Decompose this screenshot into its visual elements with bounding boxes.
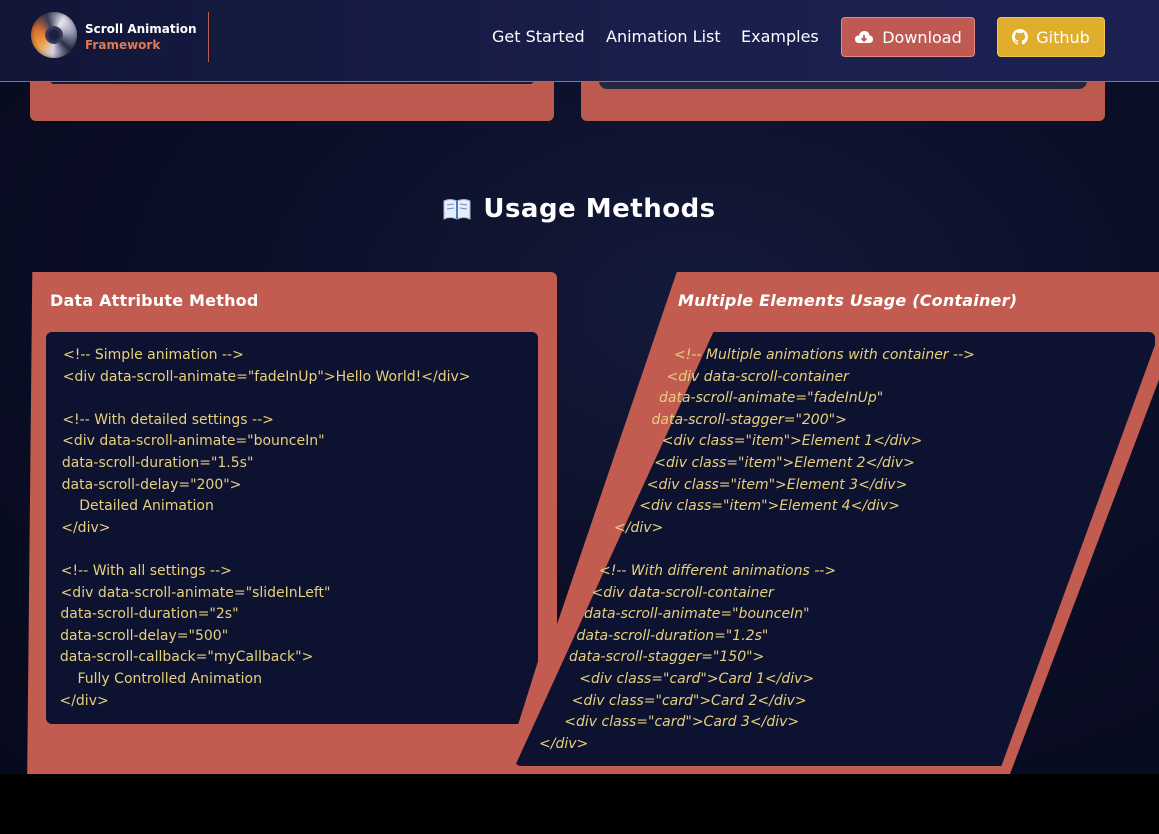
- section-title: Usage Methods: [483, 194, 716, 224]
- code-line: <div class="item">Element 3</div>: [629, 476, 908, 493]
- code-line: <div data-scroll-container: [591, 584, 774, 601]
- code-line: <div class="item">Element 2</div>: [636, 455, 915, 471]
- download-button[interactable]: Download: [841, 17, 975, 57]
- nav-animation-list[interactable]: Animation List: [606, 27, 721, 46]
- download-label: Download: [882, 27, 962, 47]
- code-line: data-scroll-duration="2s": [60, 606, 239, 623]
- code-line: <div class="card">Card 1</div>: [561, 671, 815, 687]
- code-line: data-scroll-delay="500": [60, 627, 229, 644]
- code-line: <div data-scroll-animate="bounceIn": [62, 433, 325, 450]
- github-button[interactable]: Github: [997, 17, 1105, 57]
- code-line: <!-- With different animations -->: [599, 563, 837, 579]
- code-line: <!-- With detailed settings -->: [62, 411, 274, 428]
- top-navbar: Scroll Animation Framework Get Started A…: [0, 0, 1159, 82]
- code-line: <div data-scroll-container: [666, 368, 849, 385]
- code-line: </div>: [614, 519, 664, 536]
- code-line: <div class="card">Card 2</div>: [554, 692, 807, 709]
- brand[interactable]: Scroll Animation Framework: [85, 21, 197, 53]
- brand-title: Scroll Animation: [85, 22, 197, 36]
- github-label: Github: [1036, 27, 1090, 47]
- cloud-download-icon: [854, 29, 874, 45]
- code-line: data-scroll-stagger="200">: [651, 411, 847, 428]
- code-line: data-scroll-callback="myCallback">: [59, 649, 314, 666]
- brand-subtitle: Framework: [85, 38, 161, 52]
- card-title-data-attribute: Data Attribute Method: [50, 291, 259, 310]
- bottom-black-band: [0, 774, 1159, 834]
- code-line: data-scroll-duration="1.2s": [576, 627, 769, 644]
- nav-examples[interactable]: Examples: [741, 27, 819, 46]
- code-line: Detailed Animation: [61, 498, 214, 515]
- card-title-container: Multiple Elements Usage (Container): [678, 291, 1018, 310]
- open-book-icon: [443, 197, 471, 227]
- code-line: <!-- With all settings -->: [60, 563, 232, 579]
- page: Usage Methods Data Attribute Method <!--…: [0, 0, 1159, 774]
- divider: [208, 12, 209, 62]
- code-line: data-scroll-duration="1.5s": [61, 455, 254, 471]
- logo[interactable]: [31, 12, 77, 58]
- code-line: <div class="card">Card 3</div>: [546, 714, 800, 731]
- code-line: data-scroll-stagger="150">: [569, 649, 765, 666]
- code-line: Fully Controlled Animation: [59, 671, 262, 687]
- code-line: data-scroll-animate="bounceIn": [584, 606, 810, 623]
- code-line: <div class="item">Element 1</div>: [644, 433, 923, 450]
- github-icon: [1012, 29, 1029, 45]
- nav-get-started[interactable]: Get Started: [492, 27, 585, 46]
- code-line: </div>: [61, 519, 111, 536]
- code-line: <div class="item">Element 4</div>: [621, 498, 900, 515]
- code-line: <div data-scroll-animate="fadeInUp">Hell…: [62, 368, 471, 385]
- section-heading: Usage Methods: [0, 194, 1159, 227]
- code-line: </div>: [59, 692, 109, 709]
- code-line: <!-- Simple animation -->: [63, 347, 244, 363]
- code-line: <!-- Multiple animations with container …: [674, 347, 975, 363]
- code-line: data-scroll-animate="fadeInUp": [659, 390, 884, 407]
- code-line: </div>: [539, 735, 589, 752]
- code-line: <div data-scroll-animate="slideInLeft": [60, 584, 331, 601]
- code-line: data-scroll-delay="200">: [61, 476, 242, 493]
